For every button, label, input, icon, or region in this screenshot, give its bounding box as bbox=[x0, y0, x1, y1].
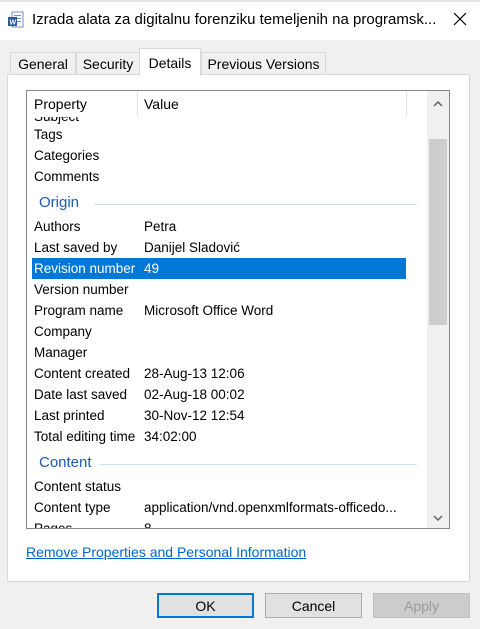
top-strip bbox=[0, 0, 480, 2]
property-name: Comments bbox=[34, 169, 100, 184]
section-divider bbox=[94, 204, 417, 205]
list-item-selected[interactable]: Revision number 49 bbox=[32, 258, 406, 279]
property-value: application/vnd.openxmlformats-officedo.… bbox=[144, 500, 397, 515]
property-name: Last printed bbox=[34, 408, 105, 423]
property-value: 28-Aug-13 12:06 bbox=[144, 366, 245, 381]
ok-button[interactable]: OK bbox=[157, 593, 254, 618]
property-value: 8 bbox=[144, 521, 152, 529]
section-header-origin: Origin bbox=[39, 192, 417, 214]
scroll-up-button[interactable] bbox=[427, 91, 449, 113]
remove-properties-link[interactable]: Remove Properties and Personal Informati… bbox=[26, 544, 306, 560]
tab-security[interactable]: Security bbox=[76, 52, 140, 74]
property-name: Authors bbox=[34, 219, 81, 234]
list-item[interactable]: Authors Petra bbox=[32, 216, 406, 237]
property-name: Version number bbox=[34, 282, 129, 297]
property-name: Manager bbox=[34, 345, 88, 360]
property-value: 49 bbox=[144, 261, 160, 276]
property-value: 30-Nov-12 12:54 bbox=[144, 408, 245, 423]
property-value: Danijel Sladović bbox=[144, 240, 241, 255]
list-item[interactable]: Content type application/vnd.openxmlform… bbox=[32, 497, 406, 518]
list-item[interactable]: Manager bbox=[32, 342, 406, 363]
list-item[interactable]: Pages 8 bbox=[32, 518, 406, 529]
vertical-scrollbar[interactable] bbox=[427, 91, 449, 528]
chevron-up-icon bbox=[433, 95, 443, 110]
list-item[interactable]: Content created 28-Aug-13 12:06 bbox=[32, 363, 406, 384]
list-item[interactable]: Categories bbox=[32, 145, 406, 166]
properties-list[interactable]: Property Value Subject Tags Categories C… bbox=[26, 90, 450, 529]
scroll-down-button[interactable] bbox=[427, 506, 449, 528]
tab-details[interactable]: Details bbox=[139, 48, 201, 76]
list-item[interactable]: Tags bbox=[32, 124, 406, 145]
column-divider[interactable] bbox=[137, 91, 138, 117]
property-name: Last saved by bbox=[34, 240, 118, 255]
close-icon bbox=[453, 12, 467, 29]
cancel-button[interactable]: Cancel bbox=[265, 593, 362, 618]
section-header-content: Content bbox=[39, 452, 417, 474]
list-header: Property Value bbox=[27, 91, 427, 117]
scrollbar-thumb[interactable] bbox=[429, 139, 447, 325]
property-value: Microsoft Office Word bbox=[144, 303, 274, 318]
property-value: 02-Aug-18 00:02 bbox=[144, 387, 245, 402]
property-name: Program name bbox=[34, 303, 124, 318]
column-header-value[interactable]: Value bbox=[144, 96, 179, 112]
property-name: Categories bbox=[34, 148, 100, 163]
property-name: Pages bbox=[34, 521, 73, 529]
list-item[interactable]: Total editing time 34:02:00 bbox=[32, 426, 406, 447]
list-item[interactable]: Company bbox=[32, 321, 406, 342]
property-name: Content type bbox=[34, 500, 111, 515]
section-title: Origin bbox=[39, 194, 80, 211]
list-item[interactable]: Comments bbox=[32, 166, 406, 187]
property-name: Content status bbox=[34, 479, 122, 494]
property-name: Company bbox=[34, 324, 92, 339]
tab-general[interactable]: General bbox=[10, 52, 76, 74]
property-name: Total editing time bbox=[34, 429, 136, 444]
property-name: Tags bbox=[34, 127, 63, 142]
list-item[interactable]: Content status bbox=[32, 476, 406, 497]
column-header-property[interactable]: Property bbox=[34, 96, 87, 112]
chevron-down-icon bbox=[433, 510, 443, 525]
svg-text:W: W bbox=[10, 20, 17, 27]
section-title: Content bbox=[39, 454, 92, 471]
list-item[interactable]: Last printed 30-Nov-12 12:54 bbox=[32, 405, 406, 426]
word-document-icon: W bbox=[8, 11, 24, 29]
list-item[interactable]: Last saved by Danijel Sladović bbox=[32, 237, 406, 258]
apply-button[interactable]: Apply bbox=[373, 593, 470, 618]
property-name: Revision number bbox=[34, 261, 136, 276]
property-value: 34:02:00 bbox=[144, 429, 197, 444]
property-name: Content created bbox=[34, 366, 131, 381]
window-title: Izrada alata za digitalnu forenziku teme… bbox=[32, 11, 437, 28]
list-item[interactable]: Version number bbox=[32, 279, 406, 300]
section-divider bbox=[99, 464, 417, 465]
title-bar: W Izrada alata za digitalnu forenziku te… bbox=[0, 0, 480, 40]
tab-previous-versions[interactable]: Previous Versions bbox=[201, 52, 326, 74]
list-item[interactable]: Program name Microsoft Office Word bbox=[32, 300, 406, 321]
property-value: Petra bbox=[144, 219, 177, 234]
property-name: Date last saved bbox=[34, 387, 128, 402]
column-divider[interactable] bbox=[406, 91, 407, 117]
list-item[interactable]: Date last saved 02-Aug-18 00:02 bbox=[32, 384, 406, 405]
close-button[interactable] bbox=[440, 0, 480, 40]
